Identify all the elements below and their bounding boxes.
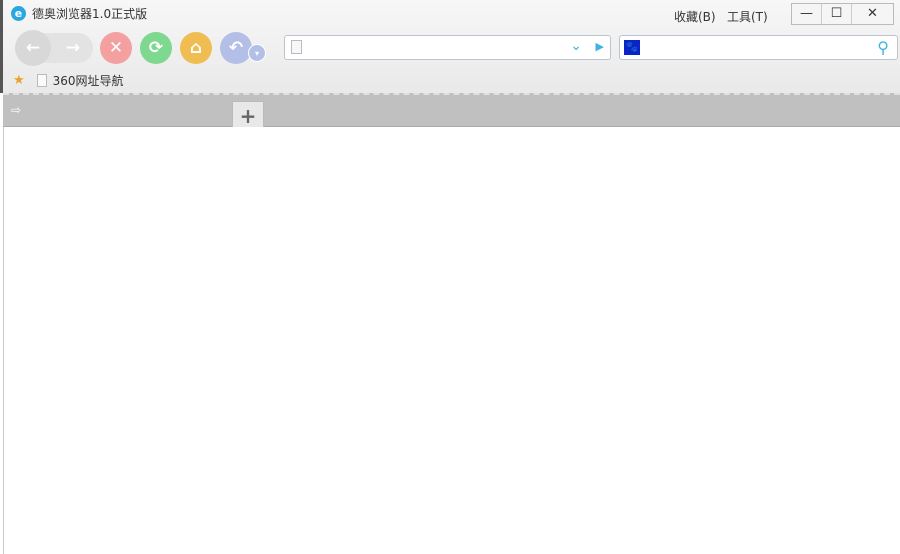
- address-bar[interactable]: ⌄ ▶: [284, 35, 611, 60]
- home-button[interactable]: ⌂: [180, 32, 212, 64]
- stop-button[interactable]: ✕: [100, 32, 132, 64]
- undo-dropdown-icon[interactable]: ▾: [248, 44, 266, 62]
- bookmarks-bar: ★ 360网址导航: [13, 72, 124, 89]
- page-icon: [291, 40, 302, 54]
- undo-button[interactable]: ↶: [220, 32, 252, 64]
- menu-favorites[interactable]: 收藏(B): [674, 8, 716, 25]
- window-title: 德奥浏览器1.0正式版: [32, 7, 148, 21]
- tab-bar: ⇨ +: [3, 93, 900, 129]
- baidu-paw-icon[interactable]: 🐾: [624, 40, 640, 55]
- title-bar: e 德奥浏览器1.0正式版: [11, 5, 147, 22]
- add-favorite-icon[interactable]: ★: [13, 73, 25, 88]
- go-icon[interactable]: ▶: [596, 40, 604, 53]
- minimize-button[interactable]: —: [792, 4, 822, 24]
- forward-button[interactable]: →: [57, 32, 89, 64]
- search-icon[interactable]: ⚲: [877, 38, 889, 57]
- window-controls: — ☐ ✕: [791, 3, 894, 25]
- refresh-button[interactable]: ⟳: [140, 32, 172, 64]
- maximize-button[interactable]: ☐: [822, 4, 852, 24]
- toolbar-area: e 德奥浏览器1.0正式版 收藏(B) 工具(T) — ☐ ✕ ← → ✕ ⟳ …: [0, 0, 900, 93]
- new-tab-button[interactable]: +: [232, 101, 264, 129]
- sidebar-toggle-icon[interactable]: ⇨: [11, 103, 21, 117]
- chevron-down-icon[interactable]: ⌄: [570, 38, 582, 54]
- back-button[interactable]: ←: [15, 30, 51, 66]
- search-bar[interactable]: 🐾 ⚲: [619, 35, 898, 60]
- bookmark-item[interactable]: 360网址导航: [53, 72, 124, 89]
- browser-logo-icon: e: [11, 6, 26, 21]
- menu-tools[interactable]: 工具(T): [727, 8, 768, 25]
- page-icon: [36, 74, 47, 87]
- close-button[interactable]: ✕: [852, 4, 893, 24]
- page-content: [3, 127, 900, 554]
